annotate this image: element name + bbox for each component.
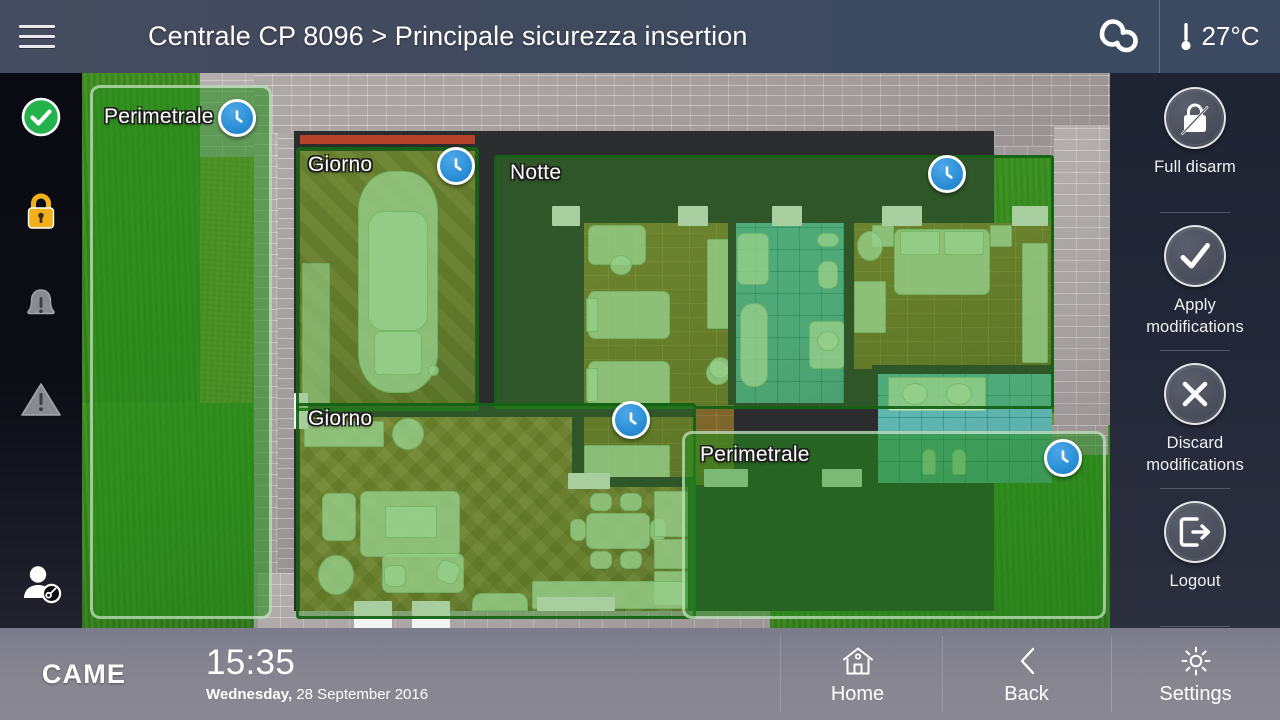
temperature-display[interactable]: 27°C	[1160, 0, 1280, 73]
zone-label-giorno-garage: Giorno	[308, 153, 373, 176]
bottom-bar-divider	[780, 636, 781, 712]
discard-line1: Discard	[1166, 434, 1224, 452]
paving-right	[1054, 125, 1110, 425]
user-account-icon[interactable]	[0, 555, 82, 611]
discard-modifications-label: Discard modifications	[1115, 433, 1275, 477]
bottom-bar: CAME 15:35 Wednesday, 28 September 2016 …	[0, 628, 1280, 720]
garage-door	[300, 135, 475, 144]
home-icon	[841, 643, 875, 677]
logout-arrow-icon	[1164, 501, 1226, 563]
hamburger-menu-icon[interactable]	[0, 0, 74, 73]
app-header: Centrale CP 8096 > Principale sicurezza …	[0, 0, 1280, 73]
current-date: Wednesday, 28 September 2016	[206, 686, 773, 703]
thermometer-icon	[1181, 22, 1192, 50]
zone-badge-perimetrale-left[interactable]	[218, 99, 256, 137]
apply-modifications-button[interactable]: Apply modifications	[1110, 223, 1280, 361]
lock-slash-icon	[1164, 87, 1226, 149]
nav-back-label: Back	[1004, 682, 1049, 705]
full-disarm-label: Full disarm	[1154, 158, 1236, 176]
brand-text: CAME	[41, 658, 127, 689]
status-ok-icon[interactable]	[0, 89, 82, 145]
action-divider	[1160, 212, 1230, 213]
zone-label-notte: Notte	[510, 161, 562, 184]
zone-label-giorno-living: Giorno	[308, 407, 373, 430]
clock-icon	[454, 158, 462, 171]
clock-widget: 15:35 Wednesday, 28 September 2016	[168, 628, 773, 720]
status-armed-lock-icon[interactable]	[0, 183, 82, 239]
hamburger-line	[19, 45, 55, 48]
zone-badge-giorno-living[interactable]	[612, 401, 650, 439]
date-value: 28 September 2016	[296, 686, 429, 703]
discard-line2: modifications	[1146, 455, 1244, 474]
discard-modifications-button[interactable]: Discard modifications	[1110, 361, 1280, 499]
status-warning-triangle-icon[interactable]	[0, 371, 82, 427]
clock-icon	[235, 110, 243, 123]
page-title: Centrale CP 8096 > Principale sicurezza …	[148, 21, 748, 51]
header-right-group: 27°C	[1081, 0, 1280, 73]
zone-badge-notte[interactable]	[928, 155, 966, 193]
apply-line1: Apply	[1174, 296, 1216, 314]
cloud-sync-icon[interactable]	[1081, 0, 1159, 73]
floorplan-canvas[interactable]: Perimetrale Giorno Notte Giorno Perimetr…	[82, 73, 1110, 628]
full-disarm-button[interactable]: Full disarm	[1110, 85, 1280, 223]
nav-settings-label: Settings	[1159, 682, 1232, 705]
actions-rail: Full disarm Apply modifications Discard …	[1110, 73, 1280, 628]
clock-icon	[1061, 450, 1069, 463]
zone-perimetrale-left[interactable]	[90, 85, 272, 619]
apply-modifications-label: Apply modifications	[1115, 295, 1275, 339]
check-icon	[1164, 225, 1226, 287]
action-divider	[1160, 488, 1230, 489]
chevron-left-icon	[1016, 643, 1038, 677]
nav-home-button[interactable]: Home	[773, 628, 942, 720]
nav-back-button[interactable]: Back	[942, 628, 1111, 720]
weekday: Wednesday,	[206, 686, 293, 703]
status-bell-alert-icon[interactable]	[0, 277, 82, 333]
temperature-value: 27°C	[1201, 21, 1260, 51]
zone-badge-perimetrale-garden[interactable]	[1044, 439, 1082, 477]
clock-icon	[945, 166, 953, 179]
logout-button[interactable]: Logout	[1110, 499, 1280, 637]
came-logo: CAME	[0, 628, 168, 720]
clock-icon	[629, 412, 637, 425]
action-divider	[1160, 350, 1230, 351]
status-rail	[0, 73, 82, 628]
hamburger-line	[19, 25, 55, 28]
current-time: 15:35	[206, 643, 296, 682]
zone-badge-giorno-garage[interactable]	[437, 147, 475, 185]
nav-settings-button[interactable]: Settings	[1111, 628, 1280, 720]
close-x-icon	[1164, 363, 1226, 425]
zone-notte[interactable]	[494, 155, 1054, 409]
zone-giorno-garage[interactable]	[296, 147, 479, 411]
logout-label: Logout	[1169, 572, 1221, 590]
nav-home-label: Home	[830, 682, 885, 705]
zone-label-perimetrale-garden: Perimetrale	[700, 443, 810, 466]
action-divider	[1160, 626, 1230, 627]
hamburger-line	[19, 35, 55, 38]
gear-icon	[1180, 643, 1212, 677]
zone-label-perimetrale-left: Perimetrale	[104, 105, 214, 128]
apply-line2: modifications	[1146, 317, 1244, 336]
security-panel-screen: Centrale CP 8096 > Principale sicurezza …	[0, 0, 1280, 720]
